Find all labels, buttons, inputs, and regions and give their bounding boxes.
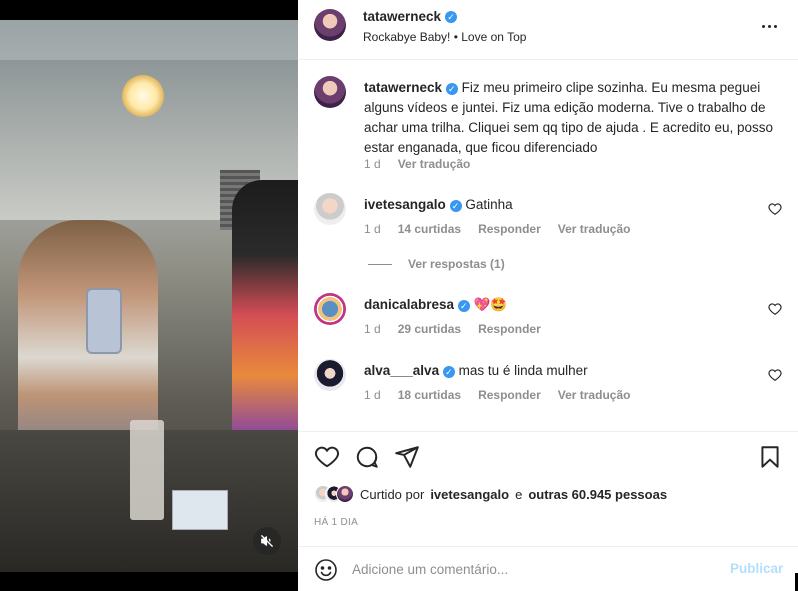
caption-username[interactable]: tatawerneck [364, 80, 442, 95]
audio-label[interactable]: Rockabye Baby! • Love on Top [363, 30, 526, 44]
comment-item: ivetesangalo ✓ Gatinha 1 d 14 curtidas R… [314, 193, 784, 253]
comment-input[interactable] [352, 559, 712, 579]
verified-badge-icon: ✓ [445, 10, 458, 23]
heart-icon[interactable] [768, 302, 782, 316]
post-header: tatawerneck ✓ Rockabye Baby! • Love on T… [298, 0, 798, 60]
more-horizontal-icon [761, 24, 765, 28]
comment-meta: 1 d 29 curtidas Responder [364, 322, 541, 336]
likes-summary: Curtido por ivetesangalo e outras 60.945… [314, 485, 667, 503]
comments-section[interactable]: tatawerneck ✓ Fiz meu primeiro clipe soz… [298, 61, 798, 431]
translate-link[interactable]: Ver tradução [398, 157, 471, 171]
comment-text: alva___alva ✓ mas tu é linda mulher [364, 361, 779, 381]
likes-middle: e [515, 486, 523, 502]
post-media[interactable] [0, 0, 298, 591]
author-username[interactable]: tatawerneck ✓ [363, 9, 458, 24]
video-lamp [122, 75, 164, 117]
verified-badge-icon: ✓ [442, 366, 455, 378]
post-panel: tatawerneck ✓ Rockabye Baby! • Love on T… [298, 0, 798, 591]
reply-link[interactable]: Responder [478, 322, 541, 336]
post-timestamp[interactable]: HÁ 1 DIA [314, 517, 358, 528]
liker-avatars[interactable] [314, 485, 354, 503]
mute-button[interactable] [253, 527, 281, 555]
comment-username[interactable]: alva___alva [364, 363, 439, 378]
comment-body: mas tu é linda mulher [458, 363, 588, 378]
heart-icon[interactable] [768, 368, 782, 382]
verified-badge-icon: ✓ [449, 200, 462, 212]
add-comment-bar: Publicar [298, 546, 798, 591]
caption-age[interactable]: 1 d [364, 157, 381, 171]
comment-item: alva___alva ✓ mas tu é linda mulher 1 d … [314, 359, 784, 409]
likes-prefix: Curtido por [360, 486, 425, 502]
comment-meta: 1 d 18 curtidas Responder Ver tradução [364, 388, 630, 402]
author-avatar[interactable] [314, 9, 346, 41]
caption-avatar[interactable] [314, 76, 346, 108]
likes-others[interactable]: outras 60.945 pessoas [528, 487, 667, 502]
comment-bubble-icon[interactable] [354, 444, 380, 470]
comment-avatar[interactable] [314, 359, 346, 391]
video-brush-cup [130, 420, 164, 520]
comment-username[interactable]: ivetesangalo [364, 197, 446, 212]
verified-badge-icon: ✓ [457, 300, 470, 312]
comment-likes[interactable]: 14 curtidas [398, 222, 461, 236]
replies-divider [368, 263, 392, 265]
comment-body: 💖🤩 [473, 297, 508, 312]
bookmark-icon[interactable] [757, 444, 783, 470]
liker-avatar[interactable] [336, 485, 354, 503]
comment-avatar[interactable] [314, 193, 346, 225]
comment-text: ivetesangalo ✓ Gatinha [364, 195, 779, 215]
video-phone [86, 288, 122, 354]
speaker-muted-icon [261, 535, 273, 547]
author-username-text[interactable]: tatawerneck [363, 9, 441, 24]
view-replies-button[interactable]: Ver respostas (1) [368, 257, 505, 271]
comment-age[interactable]: 1 d [364, 388, 381, 402]
emoji-smile-icon[interactable] [314, 558, 338, 582]
caption: tatawerneck ✓ Fiz meu primeiro clipe soz… [314, 76, 784, 186]
paper-plane-icon[interactable] [394, 444, 420, 470]
reply-link[interactable]: Responder [478, 388, 541, 402]
translate-link[interactable]: Ver tradução [558, 222, 631, 236]
comment-text: danicalabresa ✓ 💖🤩 [364, 295, 779, 315]
liker-username[interactable]: ivetesangalo [430, 487, 509, 502]
comment-meta: 1 d 14 curtidas Responder Ver tradução [364, 222, 630, 236]
verified-badge-icon: ✓ [445, 83, 458, 95]
comment-age[interactable]: 1 d [364, 322, 381, 336]
comment-age[interactable]: 1 d [364, 222, 381, 236]
caption-text: tatawerneck ✓ Fiz meu primeiro clipe soz… [364, 78, 779, 158]
comment-item: danicalabresa ✓ 💖🤩 1 d 29 curtidas Respo… [314, 293, 784, 343]
publish-button[interactable]: Publicar [730, 561, 783, 576]
comment-body: Gatinha [465, 197, 513, 212]
view-replies-label[interactable]: Ver respostas (1) [408, 257, 505, 271]
more-options-button[interactable] [759, 18, 779, 34]
post-actions: Curtido por ivetesangalo e outras 60.945… [298, 431, 798, 546]
comment-likes[interactable]: 18 curtidas [398, 388, 461, 402]
caption-meta: 1 d Ver tradução [364, 157, 470, 171]
reply-link[interactable]: Responder [478, 222, 541, 236]
translate-link[interactable]: Ver tradução [558, 388, 631, 402]
video-frame[interactable] [0, 20, 298, 572]
video-box [172, 490, 228, 530]
heart-icon[interactable] [314, 444, 340, 470]
comment-avatar[interactable] [314, 293, 346, 325]
heart-icon[interactable] [768, 202, 782, 216]
comment-likes[interactable]: 29 curtidas [398, 322, 461, 336]
comment-username[interactable]: danicalabresa [364, 297, 454, 312]
